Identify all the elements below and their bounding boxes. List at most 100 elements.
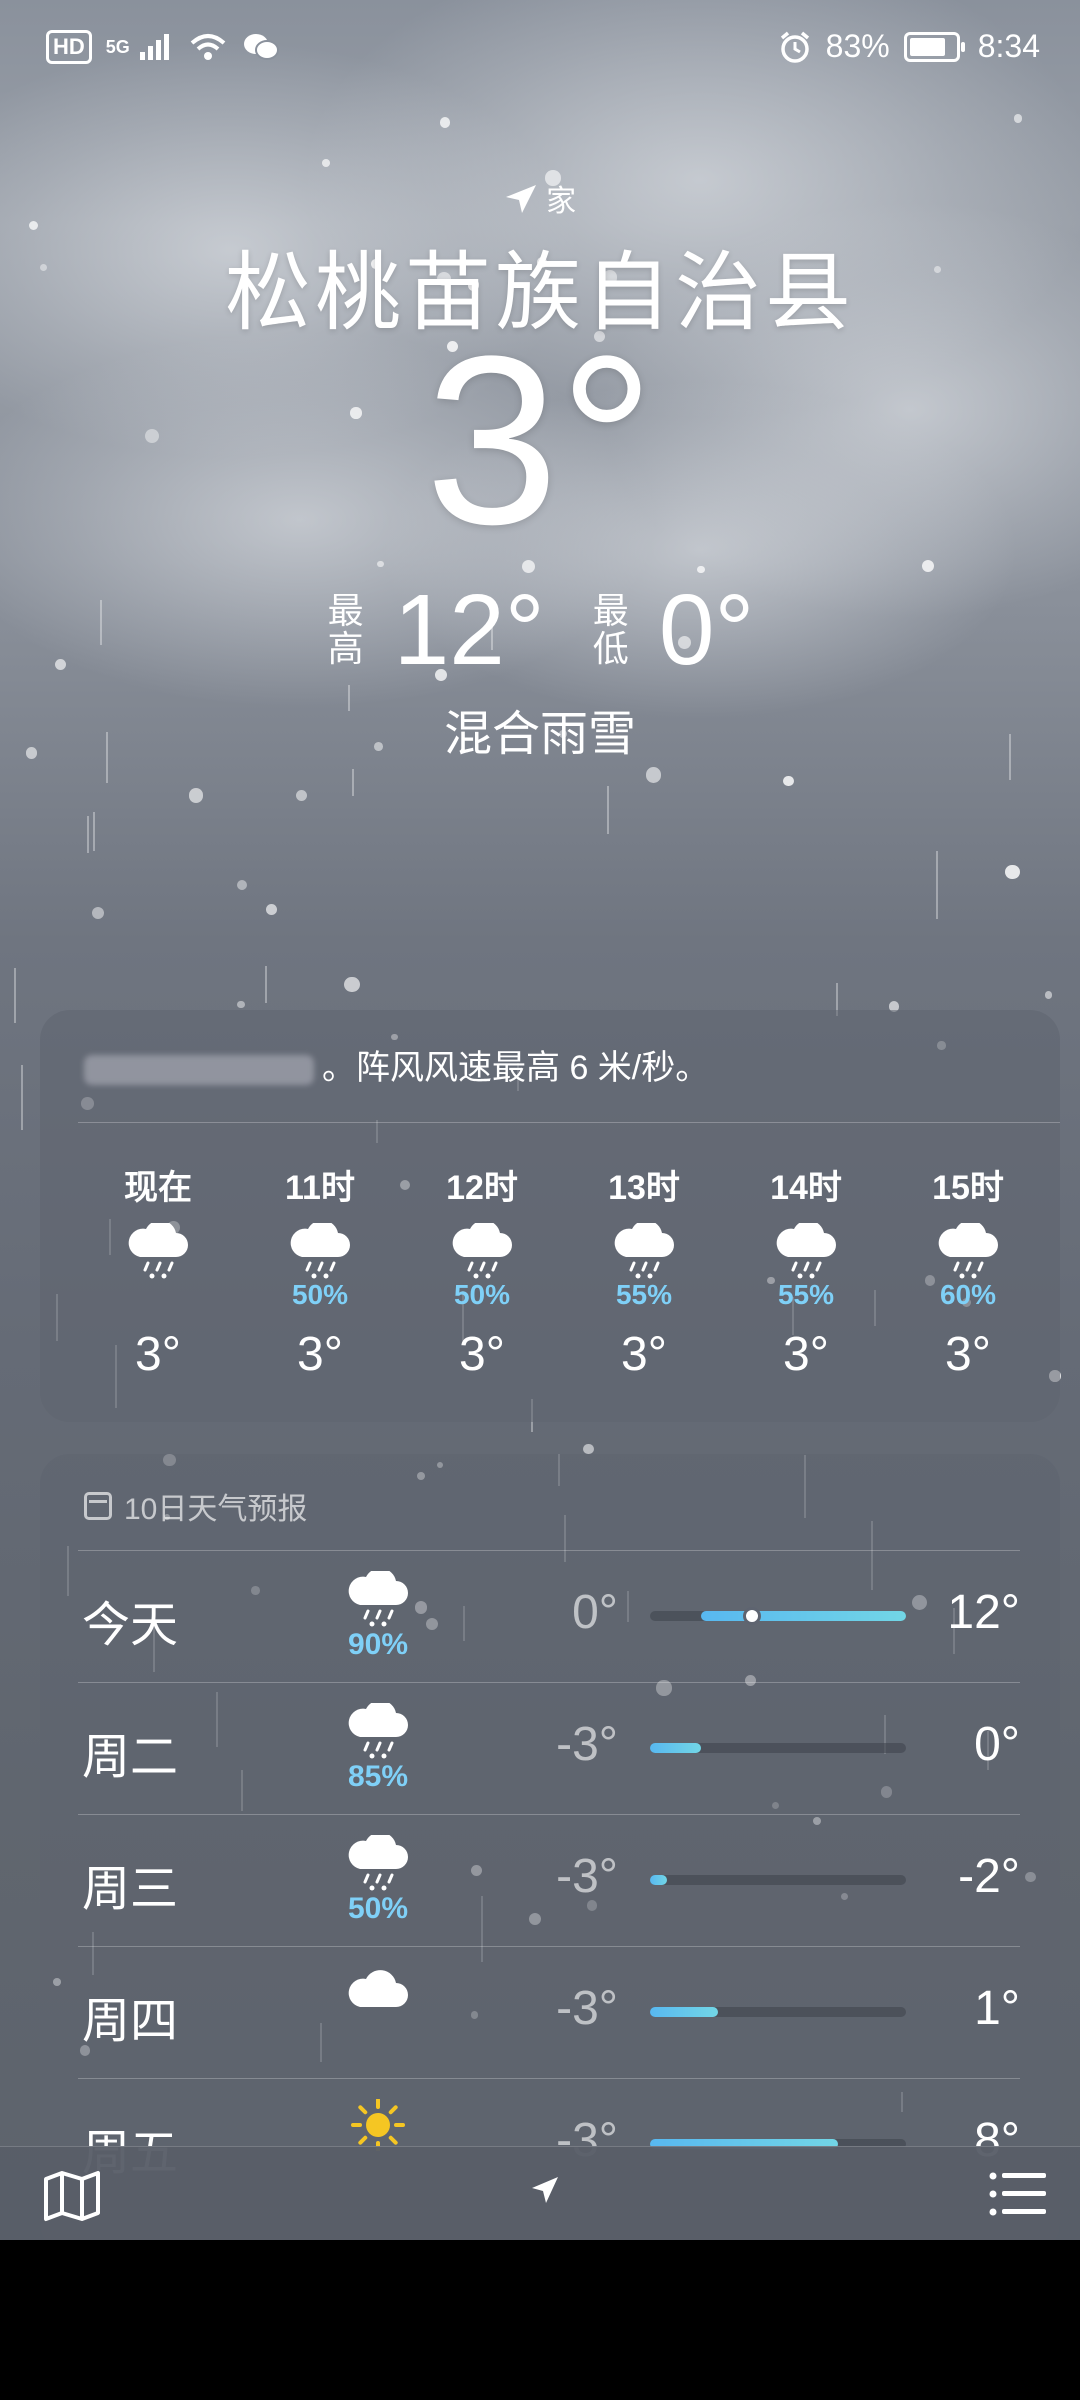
- low-temp: 0°: [658, 574, 755, 686]
- forecast-row[interactable]: 周四 -3° 1°: [78, 1946, 1020, 2079]
- forecast-day: 周四: [82, 1995, 179, 2048]
- cloud-sleet-icon: [412, 1223, 552, 1279]
- calendar-icon: [84, 1492, 112, 1520]
- cloud-sleet-icon: 85%: [338, 1700, 418, 1794]
- cloud-sleet-icon: 50%: [338, 1832, 418, 1926]
- current-temp-marker: [743, 1607, 762, 1625]
- forecast-low: -3°: [556, 1718, 618, 1771]
- hour-temperature: 3°: [459, 1328, 505, 1381]
- hour-temperature: 3°: [621, 1328, 667, 1381]
- snowflake: [322, 159, 331, 167]
- snowflake: [91, 906, 104, 919]
- hourly-item: 11时 50% 3°: [250, 1160, 390, 1382]
- forecast-day: 周三: [82, 1863, 179, 1916]
- snowflake: [236, 880, 247, 891]
- hourly-item: 13时 55% 3°: [574, 1160, 714, 1382]
- precipitation-chance: 50%: [291, 1279, 349, 1310]
- forecast-low: -3°: [556, 1850, 618, 1903]
- hour-label: 14时: [770, 1169, 842, 1207]
- temperature-range-fill: [701, 1611, 906, 1621]
- blurred-text: [84, 1055, 314, 1086]
- precipitation-chance: 60%: [939, 1279, 997, 1310]
- status-bar: HD 5G 83% 8:34: [0, 0, 1080, 100]
- forecast-title-text: 10日天气预报: [124, 1493, 308, 1526]
- hour-temperature: 3°: [783, 1328, 829, 1381]
- rain-streak: [606, 785, 609, 834]
- battery-icon: [903, 31, 965, 62]
- list-icon[interactable]: [988, 2169, 1048, 2219]
- network-label: 5G: [105, 36, 130, 57]
- forecast-low: 0°: [572, 1586, 618, 1639]
- forecast-title: 10日天气预报: [84, 1484, 307, 1528]
- hour-label: 12时: [446, 1169, 518, 1207]
- high-temp: 12°: [393, 574, 545, 686]
- cloud-sleet-icon: [250, 1223, 390, 1279]
- precipitation-chance: 90%: [347, 1628, 409, 1661]
- rain-streak: [352, 769, 355, 797]
- hour-temperature: 3°: [297, 1328, 343, 1381]
- forecast-day: 今天: [82, 1599, 179, 1652]
- hourly-summary: 。阵风风速最高 6 米/秒。: [84, 1040, 709, 1089]
- forecast-row[interactable]: 今天 90% 0° 12°: [78, 1550, 1020, 1683]
- hourly-item: 15时 60% 3°: [898, 1160, 1038, 1382]
- snowflake: [439, 116, 451, 128]
- temperature-range-fill: [650, 2007, 719, 2017]
- hour-label: 15时: [932, 1169, 1004, 1207]
- snowflake: [783, 775, 794, 787]
- hourly-item: 现在 3°: [88, 1160, 228, 1382]
- cloud-sleet-icon: 90%: [338, 1568, 418, 1662]
- location-arrow-icon[interactable]: [530, 2175, 560, 2205]
- hd-badge: HD: [46, 30, 92, 64]
- rain-streak: [935, 850, 938, 919]
- rain-streak: [87, 815, 90, 854]
- signal-icon: [139, 34, 169, 60]
- forecast-high: 12°: [947, 1586, 1020, 1639]
- location-label-row: 家: [0, 176, 1080, 220]
- cloud-sleet-icon: [736, 1223, 876, 1279]
- hour-temperature: 3°: [945, 1328, 991, 1381]
- battery-percent: 83%: [825, 28, 890, 64]
- precipitation-chance: [88, 1279, 228, 1313]
- condition: 混合雨雪: [443, 708, 636, 761]
- hour-label: 11时: [285, 1169, 355, 1207]
- ten-day-forecast-card[interactable]: 10日天气预报 今天 90% 0° 12° 周二 85% -3° 0° 周三 50% -3° -2° 周…: [40, 1454, 1060, 2240]
- forecast-row[interactable]: 周二 85% -3° 0°: [78, 1682, 1020, 1815]
- forecast-high: 1°: [974, 1982, 1020, 2035]
- hour-label: 现在: [124, 1169, 192, 1207]
- forecast-day: 周二: [82, 1731, 179, 1784]
- rain-streak: [265, 965, 268, 1003]
- alarm-icon: [780, 31, 809, 63]
- snowflake: [1004, 864, 1020, 880]
- location-arrow-icon: [505, 185, 536, 213]
- precipitation-chance: 55%: [777, 1279, 835, 1310]
- precipitation-chance: 50%: [347, 1892, 409, 1925]
- low-label: 最低: [592, 590, 629, 669]
- bottom-toolbar: [0, 2146, 1080, 2240]
- cloud-sleet-icon: [88, 1223, 228, 1279]
- high-low: 最高 12° 最低 0°: [0, 580, 1080, 680]
- map-icon[interactable]: [42, 2169, 102, 2223]
- temperature-range-bar: [650, 2007, 906, 2017]
- sun-icon: [338, 2098, 418, 2152]
- hourly-item: 14时 55% 3°: [736, 1160, 876, 1382]
- forecast-row[interactable]: 周三 50% -3° -2°: [78, 1814, 1020, 1947]
- rain-streak: [20, 1064, 23, 1131]
- temperature-range-fill: [650, 1875, 668, 1885]
- cloud-sleet-icon: [574, 1223, 714, 1279]
- hourly-item: 12时 50% 3°: [412, 1160, 552, 1382]
- snowflake: [1013, 114, 1023, 123]
- temperature-range-bar: [650, 1743, 906, 1753]
- cloud-icon: [338, 1967, 418, 2010]
- navigation-area: [0, 2240, 1080, 2400]
- precipitation-chance: 55%: [615, 1279, 673, 1310]
- rain-streak: [93, 812, 96, 852]
- snowflake: [295, 790, 308, 802]
- weather-screen: HD 5G 83% 8:34 家 松桃苗族自治县 3° 最高 12° 最低 0°…: [0, 0, 1080, 2240]
- cloud-sleet-icon: [898, 1223, 1038, 1279]
- temperature-range-bar: [650, 1607, 906, 1625]
- wechat-icon: [243, 34, 279, 60]
- hour-temperature: 3°: [135, 1328, 181, 1381]
- hourly-forecast-card[interactable]: 。阵风风速最高 6 米/秒。 现在 3° 11时 50% 3° 12时 50% 3° 13时 55…: [40, 1010, 1060, 1422]
- precipitation-chance: 50%: [453, 1279, 511, 1310]
- snowflake: [1044, 991, 1053, 999]
